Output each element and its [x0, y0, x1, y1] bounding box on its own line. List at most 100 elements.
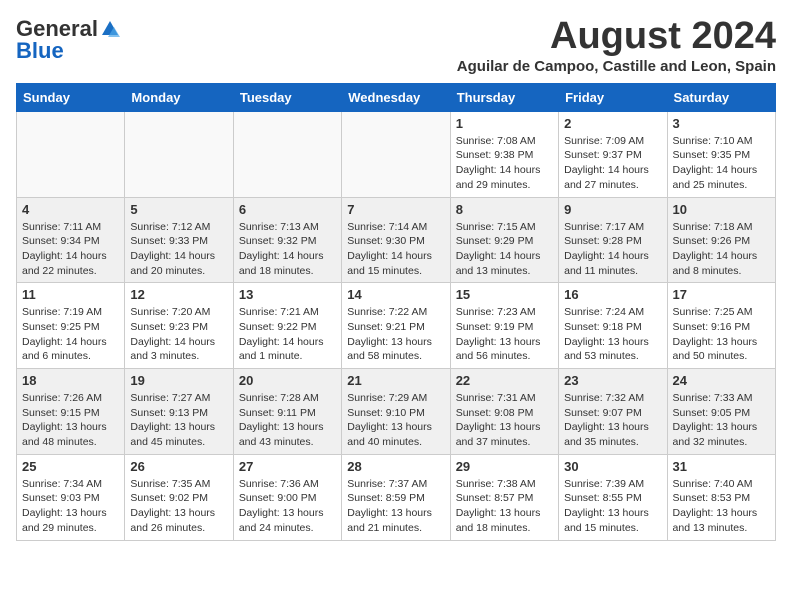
- weekday-header-wednesday: Wednesday: [342, 83, 450, 111]
- day-info: Sunrise: 7:21 AM Sunset: 9:22 PM Dayligh…: [239, 305, 336, 364]
- day-info: Sunrise: 7:39 AM Sunset: 8:55 PM Dayligh…: [564, 477, 661, 536]
- calendar-day: 30 Sunrise: 7:39 AM Sunset: 8:55 PM Dayli…: [559, 454, 667, 540]
- day-number: 20: [239, 373, 336, 388]
- day-number: 3: [673, 116, 770, 131]
- day-info: Sunrise: 7:34 AM Sunset: 9:03 PM Dayligh…: [22, 477, 119, 536]
- calendar-day: 26 Sunrise: 7:35 AM Sunset: 9:02 PM Dayli…: [125, 454, 233, 540]
- weekday-header-tuesday: Tuesday: [233, 83, 341, 111]
- calendar-day: 2 Sunrise: 7:09 AM Sunset: 9:37 PM Daylig…: [559, 111, 667, 197]
- day-info: Sunrise: 7:29 AM Sunset: 9:10 PM Dayligh…: [347, 391, 444, 450]
- calendar-day: 4 Sunrise: 7:11 AM Sunset: 9:34 PM Daylig…: [17, 197, 125, 283]
- day-info: Sunrise: 7:28 AM Sunset: 9:11 PM Dayligh…: [239, 391, 336, 450]
- calendar-day: 14 Sunrise: 7:22 AM Sunset: 9:21 PM Dayli…: [342, 283, 450, 369]
- location-subtitle: Aguilar de Campoo, Castille and Leon, Sp…: [457, 58, 776, 75]
- month-year-title: August 2024: [457, 16, 776, 58]
- calendar-day: 16 Sunrise: 7:24 AM Sunset: 9:18 PM Dayli…: [559, 283, 667, 369]
- day-number: 14: [347, 287, 444, 302]
- day-number: 24: [673, 373, 770, 388]
- day-info: Sunrise: 7:15 AM Sunset: 9:29 PM Dayligh…: [456, 220, 553, 279]
- day-info: Sunrise: 7:24 AM Sunset: 9:18 PM Dayligh…: [564, 305, 661, 364]
- day-info: Sunrise: 7:31 AM Sunset: 9:08 PM Dayligh…: [456, 391, 553, 450]
- day-info: Sunrise: 7:20 AM Sunset: 9:23 PM Dayligh…: [130, 305, 227, 364]
- day-number: 26: [130, 459, 227, 474]
- calendar-day: 10 Sunrise: 7:18 AM Sunset: 9:26 PM Dayli…: [667, 197, 775, 283]
- day-number: 18: [22, 373, 119, 388]
- calendar-day: [233, 111, 341, 197]
- day-number: 30: [564, 459, 661, 474]
- calendar-day: 19Sunrise: 7:27 AM Sunset: 9:13 PM Dayli…: [125, 369, 233, 455]
- day-info: Sunrise: 7:19 AM Sunset: 9:25 PM Dayligh…: [22, 305, 119, 364]
- calendar-day: 21 Sunrise: 7:29 AM Sunset: 9:10 PM Dayli…: [342, 369, 450, 455]
- day-number: 29: [456, 459, 553, 474]
- day-number: 2: [564, 116, 661, 131]
- day-number: 25: [22, 459, 119, 474]
- day-number: 5: [130, 202, 227, 217]
- day-info: Sunrise: 7:18 AM Sunset: 9:26 PM Dayligh…: [673, 220, 770, 279]
- day-number: 6: [239, 202, 336, 217]
- weekday-header-saturday: Saturday: [667, 83, 775, 111]
- weekday-header-sunday: Sunday: [17, 83, 125, 111]
- logo: General Blue: [16, 16, 120, 64]
- day-info: Sunrise: 7:12 AM Sunset: 9:33 PM Dayligh…: [130, 220, 227, 279]
- day-info: Sunrise: 7:26 AM Sunset: 9:15 PM Dayligh…: [22, 391, 119, 450]
- day-number: 28: [347, 459, 444, 474]
- calendar-day: 23Sunrise: 7:32 AM Sunset: 9:07 PM Dayli…: [559, 369, 667, 455]
- day-info: Sunrise: 7:36 AM Sunset: 9:00 PM Dayligh…: [239, 477, 336, 536]
- calendar-day: 17 Sunrise: 7:25 AM Sunset: 9:16 PM Dayli…: [667, 283, 775, 369]
- calendar-table: SundayMondayTuesdayWednesdayThursdayFrid…: [16, 83, 776, 541]
- day-info: Sunrise: 7:38 AM Sunset: 8:57 PM Dayligh…: [456, 477, 553, 536]
- day-info: Sunrise: 7:27 AM Sunset: 9:13 PM Dayligh…: [130, 391, 227, 450]
- day-info: Sunrise: 7:25 AM Sunset: 9:16 PM Dayligh…: [673, 305, 770, 364]
- day-number: 21: [347, 373, 444, 388]
- day-number: 23: [564, 373, 661, 388]
- calendar-day: 7Sunrise: 7:14 AM Sunset: 9:30 PM Daylig…: [342, 197, 450, 283]
- day-number: 17: [673, 287, 770, 302]
- calendar-day: 18 Sunrise: 7:26 AM Sunset: 9:15 PM Dayli…: [17, 369, 125, 455]
- calendar-day: [342, 111, 450, 197]
- day-number: 13: [239, 287, 336, 302]
- calendar-week-row: 18 Sunrise: 7:26 AM Sunset: 9:15 PM Dayli…: [17, 369, 776, 455]
- day-number: 22: [456, 373, 553, 388]
- calendar-week-row: 25 Sunrise: 7:34 AM Sunset: 9:03 PM Dayli…: [17, 454, 776, 540]
- calendar-day: 9 Sunrise: 7:17 AM Sunset: 9:28 PM Daylig…: [559, 197, 667, 283]
- day-info: Sunrise: 7:35 AM Sunset: 9:02 PM Dayligh…: [130, 477, 227, 536]
- day-number: 10: [673, 202, 770, 217]
- day-number: 16: [564, 287, 661, 302]
- day-number: 4: [22, 202, 119, 217]
- day-number: 9: [564, 202, 661, 217]
- calendar-day: 6Sunrise: 7:13 AM Sunset: 9:32 PM Daylig…: [233, 197, 341, 283]
- day-info: Sunrise: 7:09 AM Sunset: 9:37 PM Dayligh…: [564, 134, 661, 193]
- logo-icon: [100, 19, 120, 39]
- day-info: Sunrise: 7:11 AM Sunset: 9:34 PM Dayligh…: [22, 220, 119, 279]
- calendar-day: 31Sunrise: 7:40 AM Sunset: 8:53 PM Dayli…: [667, 454, 775, 540]
- day-info: Sunrise: 7:10 AM Sunset: 9:35 PM Dayligh…: [673, 134, 770, 193]
- day-info: Sunrise: 7:33 AM Sunset: 9:05 PM Dayligh…: [673, 391, 770, 450]
- day-info: Sunrise: 7:22 AM Sunset: 9:21 PM Dayligh…: [347, 305, 444, 364]
- calendar-week-row: 1 Sunrise: 7:08 AM Sunset: 9:38 PM Daylig…: [17, 111, 776, 197]
- calendar-day: 28 Sunrise: 7:37 AM Sunset: 8:59 PM Dayli…: [342, 454, 450, 540]
- calendar-header-row: SundayMondayTuesdayWednesdayThursdayFrid…: [17, 83, 776, 111]
- calendar-day: 1 Sunrise: 7:08 AM Sunset: 9:38 PM Daylig…: [450, 111, 558, 197]
- day-number: 12: [130, 287, 227, 302]
- day-info: Sunrise: 7:17 AM Sunset: 9:28 PM Dayligh…: [564, 220, 661, 279]
- day-number: 31: [673, 459, 770, 474]
- page-header: General Blue August 2024 Aguilar de Camp…: [16, 16, 776, 75]
- day-info: Sunrise: 7:23 AM Sunset: 9:19 PM Dayligh…: [456, 305, 553, 364]
- day-info: Sunrise: 7:37 AM Sunset: 8:59 PM Dayligh…: [347, 477, 444, 536]
- day-info: Sunrise: 7:08 AM Sunset: 9:38 PM Dayligh…: [456, 134, 553, 193]
- calendar-day: 27Sunrise: 7:36 AM Sunset: 9:00 PM Dayli…: [233, 454, 341, 540]
- calendar-day: 22 Sunrise: 7:31 AM Sunset: 9:08 PM Dayli…: [450, 369, 558, 455]
- day-number: 7: [347, 202, 444, 217]
- calendar-day: [125, 111, 233, 197]
- calendar-day: 12 Sunrise: 7:20 AM Sunset: 9:23 PM Dayli…: [125, 283, 233, 369]
- weekday-header-friday: Friday: [559, 83, 667, 111]
- day-number: 1: [456, 116, 553, 131]
- calendar-day: 11 Sunrise: 7:19 AM Sunset: 9:25 PM Dayli…: [17, 283, 125, 369]
- calendar-week-row: 4 Sunrise: 7:11 AM Sunset: 9:34 PM Daylig…: [17, 197, 776, 283]
- day-number: 11: [22, 287, 119, 302]
- day-number: 15: [456, 287, 553, 302]
- weekday-header-monday: Monday: [125, 83, 233, 111]
- title-block: August 2024 Aguilar de Campoo, Castille …: [457, 16, 776, 75]
- weekday-header-thursday: Thursday: [450, 83, 558, 111]
- day-number: 8: [456, 202, 553, 217]
